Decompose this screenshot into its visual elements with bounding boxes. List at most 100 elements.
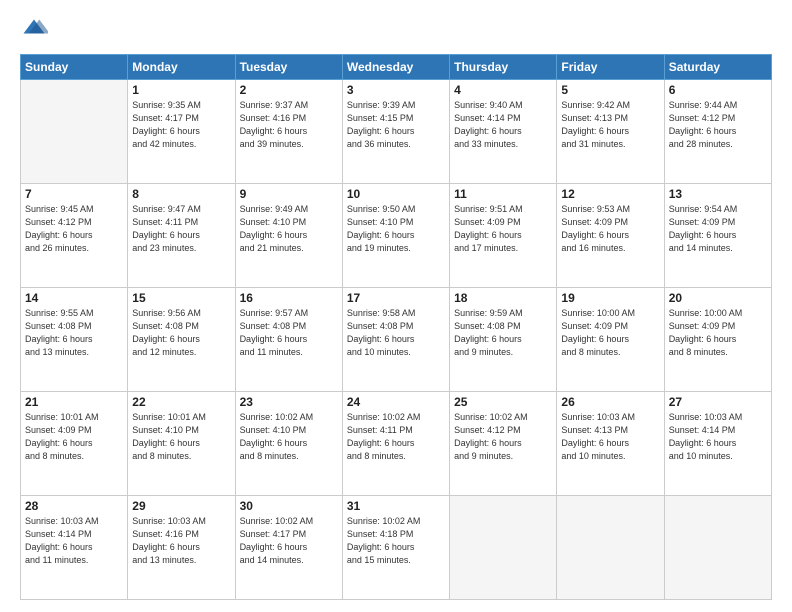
day-info: Sunrise: 9:57 AM Sunset: 4:08 PM Dayligh… xyxy=(240,307,338,359)
calendar-cell: 14 Sunrise: 9:55 AM Sunset: 4:08 PM Dayli… xyxy=(21,288,128,392)
calendar-cell xyxy=(664,496,771,600)
day-number: 29 xyxy=(132,499,230,513)
day-number: 5 xyxy=(561,83,659,97)
weekday-sunday: Sunday xyxy=(21,55,128,80)
calendar-table: SundayMondayTuesdayWednesdayThursdayFrid… xyxy=(20,54,772,600)
day-info: Sunrise: 10:02 AM Sunset: 4:18 PM Daylig… xyxy=(347,515,445,567)
day-number: 18 xyxy=(454,291,552,305)
day-info: Sunrise: 10:01 AM Sunset: 4:10 PM Daylig… xyxy=(132,411,230,463)
day-number: 7 xyxy=(25,187,123,201)
day-number: 19 xyxy=(561,291,659,305)
day-info: Sunrise: 9:59 AM Sunset: 4:08 PM Dayligh… xyxy=(454,307,552,359)
day-info: Sunrise: 9:45 AM Sunset: 4:12 PM Dayligh… xyxy=(25,203,123,255)
weekday-tuesday: Tuesday xyxy=(235,55,342,80)
day-info: Sunrise: 10:01 AM Sunset: 4:09 PM Daylig… xyxy=(25,411,123,463)
calendar-cell: 2 Sunrise: 9:37 AM Sunset: 4:16 PM Daylig… xyxy=(235,80,342,184)
calendar-cell: 9 Sunrise: 9:49 AM Sunset: 4:10 PM Daylig… xyxy=(235,184,342,288)
day-info: Sunrise: 9:40 AM Sunset: 4:14 PM Dayligh… xyxy=(454,99,552,151)
calendar-cell: 22 Sunrise: 10:01 AM Sunset: 4:10 PM Dayl… xyxy=(128,392,235,496)
calendar-cell: 31 Sunrise: 10:02 AM Sunset: 4:18 PM Dayl… xyxy=(342,496,449,600)
day-number: 30 xyxy=(240,499,338,513)
day-info: Sunrise: 9:44 AM Sunset: 4:12 PM Dayligh… xyxy=(669,99,767,151)
day-info: Sunrise: 10:02 AM Sunset: 4:12 PM Daylig… xyxy=(454,411,552,463)
day-info: Sunrise: 9:42 AM Sunset: 4:13 PM Dayligh… xyxy=(561,99,659,151)
calendar-cell: 15 Sunrise: 9:56 AM Sunset: 4:08 PM Dayli… xyxy=(128,288,235,392)
calendar-cell: 3Sunrise: 9:39 AM Sunset: 4:15 PM Daylig… xyxy=(342,80,449,184)
calendar-cell xyxy=(450,496,557,600)
calendar-cell: 30 Sunrise: 10:02 AM Sunset: 4:17 PM Dayl… xyxy=(235,496,342,600)
calendar-cell: 19 Sunrise: 10:00 AM Sunset: 4:09 PM Dayl… xyxy=(557,288,664,392)
header xyxy=(20,16,772,44)
day-info: Sunrise: 10:02 AM Sunset: 4:17 PM Daylig… xyxy=(240,515,338,567)
day-info: Sunrise: 10:02 AM Sunset: 4:10 PM Daylig… xyxy=(240,411,338,463)
day-info: Sunrise: 10:00 AM Sunset: 4:09 PM Daylig… xyxy=(669,307,767,359)
calendar-cell: 4 Sunrise: 9:40 AM Sunset: 4:14 PM Daylig… xyxy=(450,80,557,184)
day-number: 9 xyxy=(240,187,338,201)
day-number: 21 xyxy=(25,395,123,409)
calendar-cell: 26 Sunrise: 10:03 AM Sunset: 4:13 PM Dayl… xyxy=(557,392,664,496)
calendar-cell: 29 Sunrise: 10:03 AM Sunset: 4:16 PM Dayl… xyxy=(128,496,235,600)
calendar-cell: 18 Sunrise: 9:59 AM Sunset: 4:08 PM Dayli… xyxy=(450,288,557,392)
calendar-row-1: 7 Sunrise: 9:45 AM Sunset: 4:12 PM Daylig… xyxy=(21,184,772,288)
weekday-friday: Friday xyxy=(557,55,664,80)
weekday-saturday: Saturday xyxy=(664,55,771,80)
day-info: Sunrise: 9:55 AM Sunset: 4:08 PM Dayligh… xyxy=(25,307,123,359)
day-info: Sunrise: 10:03 AM Sunset: 4:14 PM Daylig… xyxy=(25,515,123,567)
calendar-cell: 20Sunrise: 10:00 AM Sunset: 4:09 PM Dayl… xyxy=(664,288,771,392)
day-info: Sunrise: 9:53 AM Sunset: 4:09 PM Dayligh… xyxy=(561,203,659,255)
calendar-cell xyxy=(21,80,128,184)
calendar-cell: 5 Sunrise: 9:42 AM Sunset: 4:13 PM Daylig… xyxy=(557,80,664,184)
day-number: 3 xyxy=(347,83,445,97)
day-number: 15 xyxy=(132,291,230,305)
weekday-monday: Monday xyxy=(128,55,235,80)
weekday-thursday: Thursday xyxy=(450,55,557,80)
page: SundayMondayTuesdayWednesdayThursdayFrid… xyxy=(0,0,792,612)
day-number: 13 xyxy=(669,187,767,201)
day-info: Sunrise: 9:35 AM Sunset: 4:17 PM Dayligh… xyxy=(132,99,230,151)
calendar-row-4: 28 Sunrise: 10:03 AM Sunset: 4:14 PM Dayl… xyxy=(21,496,772,600)
calendar-cell: 16 Sunrise: 9:57 AM Sunset: 4:08 PM Dayli… xyxy=(235,288,342,392)
day-number: 22 xyxy=(132,395,230,409)
day-number: 2 xyxy=(240,83,338,97)
calendar-cell: 1Sunrise: 9:35 AM Sunset: 4:17 PM Daylig… xyxy=(128,80,235,184)
day-number: 23 xyxy=(240,395,338,409)
day-info: Sunrise: 9:49 AM Sunset: 4:10 PM Dayligh… xyxy=(240,203,338,255)
calendar-cell: 17Sunrise: 9:58 AM Sunset: 4:08 PM Dayli… xyxy=(342,288,449,392)
weekday-header-row: SundayMondayTuesdayWednesdayThursdayFrid… xyxy=(21,55,772,80)
day-number: 8 xyxy=(132,187,230,201)
day-info: Sunrise: 10:03 AM Sunset: 4:13 PM Daylig… xyxy=(561,411,659,463)
day-info: Sunrise: 9:56 AM Sunset: 4:08 PM Dayligh… xyxy=(132,307,230,359)
day-number: 16 xyxy=(240,291,338,305)
day-info: Sunrise: 10:02 AM Sunset: 4:11 PM Daylig… xyxy=(347,411,445,463)
calendar-cell: 11 Sunrise: 9:51 AM Sunset: 4:09 PM Dayli… xyxy=(450,184,557,288)
day-info: Sunrise: 10:03 AM Sunset: 4:16 PM Daylig… xyxy=(132,515,230,567)
calendar-row-0: 1Sunrise: 9:35 AM Sunset: 4:17 PM Daylig… xyxy=(21,80,772,184)
calendar-cell: 25Sunrise: 10:02 AM Sunset: 4:12 PM Dayl… xyxy=(450,392,557,496)
calendar-cell xyxy=(557,496,664,600)
day-info: Sunrise: 9:51 AM Sunset: 4:09 PM Dayligh… xyxy=(454,203,552,255)
day-number: 11 xyxy=(454,187,552,201)
logo-icon xyxy=(20,16,48,44)
calendar-cell: 13Sunrise: 9:54 AM Sunset: 4:09 PM Dayli… xyxy=(664,184,771,288)
day-number: 12 xyxy=(561,187,659,201)
day-number: 14 xyxy=(25,291,123,305)
day-number: 31 xyxy=(347,499,445,513)
calendar-cell: 7 Sunrise: 9:45 AM Sunset: 4:12 PM Daylig… xyxy=(21,184,128,288)
day-number: 4 xyxy=(454,83,552,97)
calendar-cell: 24 Sunrise: 10:02 AM Sunset: 4:11 PM Dayl… xyxy=(342,392,449,496)
calendar-cell: 6 Sunrise: 9:44 AM Sunset: 4:12 PM Daylig… xyxy=(664,80,771,184)
day-info: Sunrise: 9:37 AM Sunset: 4:16 PM Dayligh… xyxy=(240,99,338,151)
day-info: Sunrise: 9:50 AM Sunset: 4:10 PM Dayligh… xyxy=(347,203,445,255)
day-number: 28 xyxy=(25,499,123,513)
day-number: 17 xyxy=(347,291,445,305)
calendar-cell: 21 Sunrise: 10:01 AM Sunset: 4:09 PM Dayl… xyxy=(21,392,128,496)
day-number: 26 xyxy=(561,395,659,409)
calendar-row-3: 21 Sunrise: 10:01 AM Sunset: 4:09 PM Dayl… xyxy=(21,392,772,496)
logo xyxy=(20,16,52,44)
calendar-cell: 10 Sunrise: 9:50 AM Sunset: 4:10 PM Dayli… xyxy=(342,184,449,288)
day-number: 10 xyxy=(347,187,445,201)
day-info: Sunrise: 10:00 AM Sunset: 4:09 PM Daylig… xyxy=(561,307,659,359)
day-number: 24 xyxy=(347,395,445,409)
day-info: Sunrise: 10:03 AM Sunset: 4:14 PM Daylig… xyxy=(669,411,767,463)
day-number: 6 xyxy=(669,83,767,97)
